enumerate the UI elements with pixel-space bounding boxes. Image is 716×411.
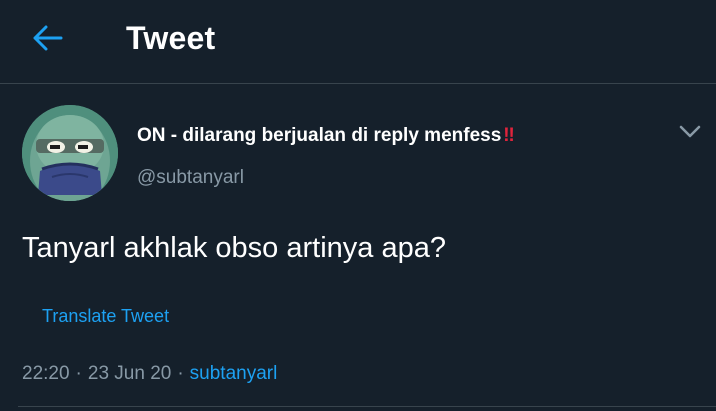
author-name-text: ON - dilarang berjualan di reply menfess: [137, 125, 502, 146]
more-options-button[interactable]: [676, 118, 704, 146]
top-bar: Tweet: [0, 0, 716, 84]
cartoon-fish-avatar: [22, 105, 118, 201]
author-display-name[interactable]: ON - dilarang berjualan di reply menfess…: [137, 124, 515, 148]
back-button[interactable]: [28, 18, 68, 58]
arrow-left-icon: [33, 25, 63, 51]
meta-separator: ·: [75, 363, 82, 384]
meta-separator: ·: [177, 363, 184, 384]
page-title: Tweet: [126, 20, 216, 56]
tweet-source-link[interactable]: subtanyarl: [190, 363, 278, 384]
tweet-text: Tanyarl akhlak obso artinya apa?: [22, 232, 446, 264]
avatar[interactable]: [22, 105, 118, 201]
chevron-down-icon: [679, 125, 701, 138]
tweet-meta: 22:20 · 23 Jun 20 · subtanyarl: [22, 362, 277, 386]
author-handle[interactable]: @subtanyarl: [137, 166, 244, 190]
tweet-date: 23 Jun 20: [87, 363, 172, 384]
divider: [18, 406, 716, 407]
double-exclamation-icon: ‼: [503, 125, 515, 146]
tweet-time: 22:20: [22, 363, 70, 384]
translate-tweet-link[interactable]: Translate Tweet: [42, 304, 169, 328]
tweet-detail-screen: Tweet ON - dilarang berjualan di reply m…: [0, 0, 716, 411]
